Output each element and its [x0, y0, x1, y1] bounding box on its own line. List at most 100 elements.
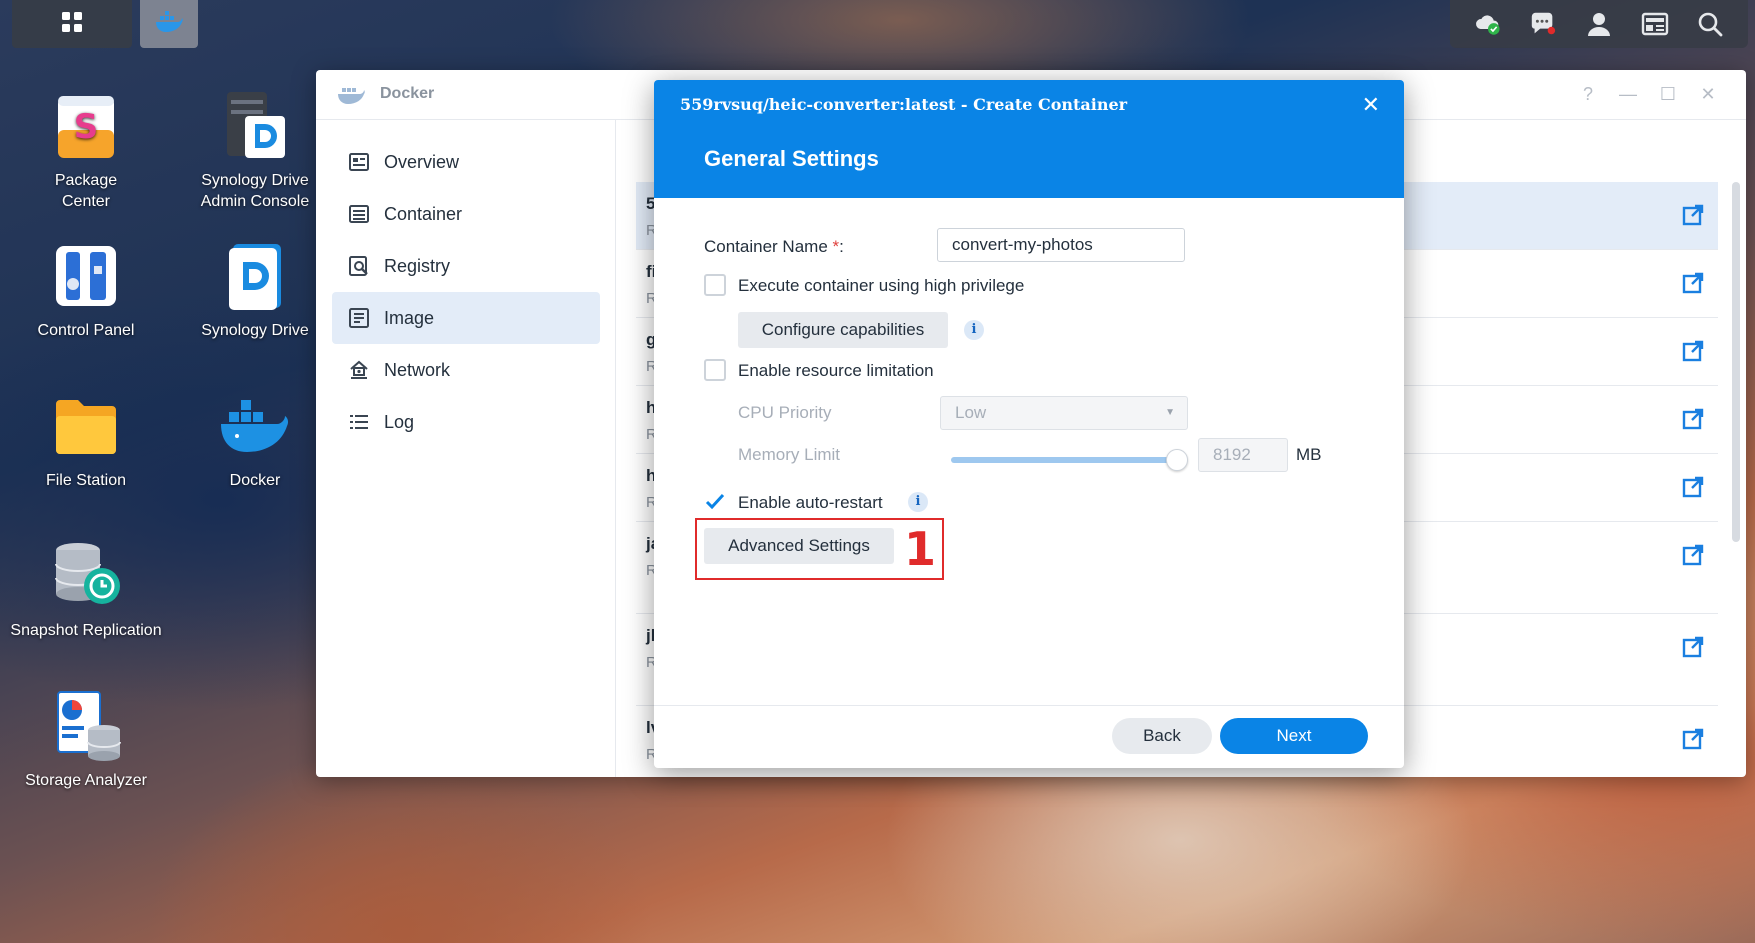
container-name-label: Container Name *: [704, 237, 844, 257]
cpu-priority-select[interactable]: Low ▼ [940, 396, 1188, 430]
search-icon[interactable] [1696, 10, 1724, 38]
container-icon [348, 203, 370, 225]
package-center-icon: S [48, 88, 124, 164]
list-scrollbar[interactable] [1732, 182, 1740, 542]
container-name-input[interactable]: convert-my-photos [937, 228, 1185, 262]
info-icon[interactable]: i [908, 492, 928, 512]
sidebar-item-log[interactable]: Log [332, 396, 600, 448]
auto-restart-checkbox[interactable] [704, 491, 726, 513]
open-external-icon[interactable] [1682, 728, 1704, 755]
desktop-icon-label: File Station [45, 472, 127, 489]
checkmark-icon [705, 493, 725, 510]
cpu-priority-value: Low [955, 403, 987, 422]
open-external-icon[interactable] [1682, 340, 1704, 367]
desktop-icon-label: Package Center [54, 172, 118, 210]
sidebar-item-label: Image [384, 307, 435, 328]
svg-text:S: S [74, 107, 99, 147]
close-icon[interactable]: ✕ [1362, 92, 1380, 118]
drive-admin-icon [217, 88, 293, 164]
docker-whale-icon [336, 84, 366, 111]
container-name-label-text: Container Name [704, 237, 828, 256]
log-icon [348, 411, 370, 433]
configure-capabilities-button[interactable]: Configure capabilities [738, 312, 948, 348]
open-external-icon[interactable] [1682, 476, 1704, 503]
desktop-icon-snapshot-replication[interactable]: Snapshot Replication [6, 538, 166, 641]
open-external-icon[interactable] [1682, 408, 1704, 435]
taskbar-docker-button[interactable] [140, 0, 198, 48]
sidebar-item-network[interactable]: Network [332, 344, 600, 396]
file-station-icon [48, 388, 124, 464]
desktop-icon-label: Docker [229, 472, 281, 489]
open-external-icon[interactable] [1682, 272, 1704, 299]
minimize-button[interactable]: — [1616, 84, 1640, 105]
section-title: General Settings [704, 146, 879, 171]
widgets-icon[interactable] [1641, 10, 1669, 38]
high-privilege-checkbox[interactable] [704, 274, 726, 296]
desktop-icon-label: Synology Drive [201, 322, 309, 339]
docker-icon [217, 388, 293, 464]
help-button[interactable]: ? [1576, 84, 1600, 105]
annotation-step-number: 1 [904, 522, 937, 576]
open-external-icon[interactable] [1682, 636, 1704, 663]
desktop-icon-label: Synology Drive Admin Console [200, 172, 310, 210]
sidebar-item-container[interactable]: Container [332, 188, 600, 240]
chat-icon[interactable] [1529, 10, 1557, 38]
desktop-icon-label: Control Panel [37, 322, 135, 339]
window-title: Docker [380, 85, 435, 102]
sidebar-item-label: Overview [384, 151, 460, 172]
user-icon[interactable] [1585, 10, 1613, 38]
create-container-dialog: 559rvsuq/heic-converter:latest - Create … [654, 80, 1404, 768]
desktop-icon-docker[interactable]: Docker [175, 388, 335, 491]
desktop-icon-package-center[interactable]: S Package Center [6, 88, 166, 212]
memory-unit-label: MB [1296, 445, 1322, 464]
storage-analyzer-icon [48, 688, 124, 764]
app-grid-icon [60, 10, 84, 39]
dialog-header: 559rvsuq/heic-converter:latest - Create … [654, 80, 1404, 198]
memory-limit-slider-thumb[interactable] [1166, 449, 1188, 471]
open-external-icon[interactable] [1682, 204, 1704, 231]
label-suffix: : [839, 237, 844, 256]
taskbar-tray [1450, 0, 1748, 48]
high-privilege-label: Execute container using high privilege [738, 276, 1025, 295]
desktop-icon-label: Storage Analyzer [25, 772, 147, 789]
snapshot-replication-icon [48, 538, 124, 614]
sidebar-item-overview[interactable]: Overview [332, 136, 600, 188]
cloud-sync-icon[interactable] [1474, 10, 1502, 38]
dialog-title: 559rvsuq/heic-converter:latest - Create … [680, 95, 1128, 114]
desktop-icon-label: Snapshot Replication [10, 622, 162, 639]
main-menu-button[interactable] [12, 0, 132, 48]
next-button[interactable]: Next [1220, 718, 1368, 754]
desktop-icon-synology-drive[interactable]: Synology Drive [175, 238, 335, 341]
network-icon [348, 359, 370, 381]
open-external-icon[interactable] [1682, 544, 1704, 571]
docker-sidebar: Overview Container Registry Image Networ… [316, 120, 616, 777]
registry-icon [348, 255, 370, 277]
sidebar-item-label: Network [384, 359, 451, 380]
sidebar-item-label: Log [384, 411, 415, 432]
memory-limit-slider[interactable] [951, 457, 1175, 463]
auto-restart-label: Enable auto-restart [738, 493, 883, 512]
sidebar-item-label: Registry [384, 255, 451, 276]
desktop-icon-control-panel[interactable]: Control Panel [6, 238, 166, 341]
dialog-footer-divider [654, 705, 1404, 706]
close-button[interactable]: ✕ [1696, 84, 1720, 105]
memory-limit-label: Memory Limit [738, 445, 841, 464]
desktop-icon-drive-admin[interactable]: Synology Drive Admin Console [175, 88, 335, 212]
chevron-down-icon: ▼ [1165, 407, 1175, 418]
overview-icon [348, 151, 370, 173]
synology-drive-icon [217, 238, 293, 314]
sidebar-item-registry[interactable]: Registry [332, 240, 600, 292]
memory-limit-input[interactable]: 8192 [1198, 438, 1288, 472]
docker-whale-icon [154, 10, 184, 39]
cpu-priority-label: CPU Priority [738, 403, 832, 422]
control-panel-icon [48, 238, 124, 314]
resource-limit-checkbox[interactable] [704, 359, 726, 381]
info-icon[interactable]: i [964, 320, 984, 340]
desktop-icon-file-station[interactable]: File Station [6, 388, 166, 491]
maximize-button[interactable]: ☐ [1656, 84, 1680, 105]
back-button[interactable]: Back [1112, 718, 1212, 754]
desktop-icon-storage-analyzer[interactable]: Storage Analyzer [6, 688, 166, 791]
image-icon [348, 307, 370, 329]
sidebar-item-label: Container [384, 203, 463, 224]
sidebar-item-image[interactable]: Image [332, 292, 600, 344]
